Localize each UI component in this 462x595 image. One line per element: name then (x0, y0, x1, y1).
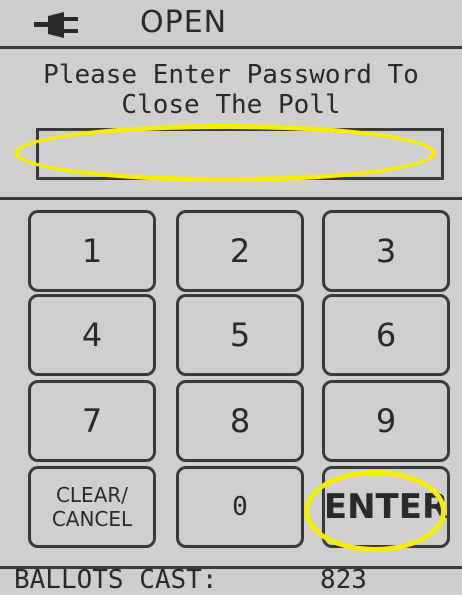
divider (0, 197, 462, 200)
password-field[interactable] (36, 128, 444, 180)
password-prompt: Please Enter Password To Close The Poll (43, 60, 419, 120)
key-4[interactable]: 4 (28, 294, 156, 376)
key-8[interactable]: 8 (176, 380, 304, 462)
key-6[interactable]: 6 (322, 294, 450, 376)
key-0[interactable]: 0 (176, 466, 304, 548)
key-5[interactable]: 5 (176, 294, 304, 376)
key-1[interactable]: 1 (28, 210, 156, 292)
status-bar: OPEN (0, 0, 462, 49)
ballots-cast-label: BALLOTS CAST: (14, 565, 218, 595)
enter-button[interactable]: ENTER (322, 466, 450, 548)
key-7[interactable]: 7 (28, 380, 156, 462)
clear-cancel-button[interactable]: CLEAR/ CANCEL (28, 466, 156, 548)
key-2[interactable]: 2 (176, 210, 304, 292)
key-3[interactable]: 3 (322, 210, 450, 292)
power-plug-icon (34, 12, 78, 38)
ballot-counter: BALLOTS CAST: 823 (0, 565, 462, 595)
ballots-cast-count: 823 (320, 565, 367, 595)
poll-status: OPEN (140, 5, 228, 40)
key-9[interactable]: 9 (322, 380, 450, 462)
